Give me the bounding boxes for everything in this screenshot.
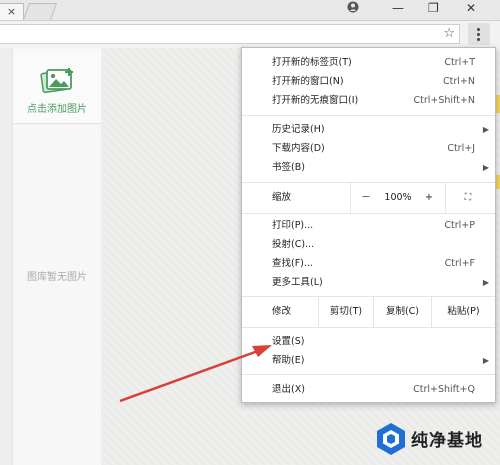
arrow-head <box>252 345 272 357</box>
watermark-text: 纯净基地 <box>411 431 483 451</box>
annotation-arrow <box>119 345 272 403</box>
watermark-logo: 纯净基地 <box>373 418 498 462</box>
arrow-shaft <box>119 349 259 403</box>
logo-icon <box>377 423 405 455</box>
